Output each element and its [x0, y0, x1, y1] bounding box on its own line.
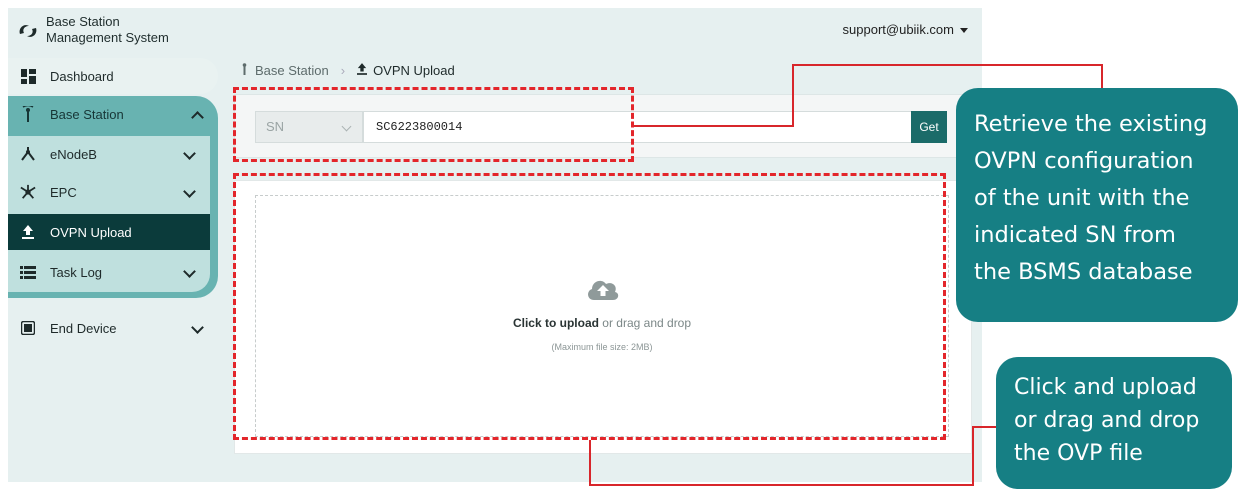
device-icon — [20, 320, 36, 336]
base-station-group: Base Station eNodeB EPC OVPN Upload Task… — [8, 96, 218, 298]
sidebar-item-epc[interactable]: EPC — [8, 174, 210, 210]
connector-line — [972, 426, 974, 486]
user-email: support@ubiik.com — [842, 22, 954, 37]
connector-line — [792, 64, 794, 127]
get-button[interactable]: Get — [911, 111, 947, 143]
callout-text: Retrieve the existing — [974, 111, 1208, 137]
network-icon — [20, 146, 36, 162]
callout-upload: Click and upload or drag and drop the OV… — [996, 357, 1232, 489]
user-menu[interactable]: support@ubiik.com — [843, 22, 968, 37]
callout-text: Click and upload — [1014, 375, 1197, 400]
callout-text: the OVP file — [1014, 441, 1143, 466]
connector-line — [972, 426, 998, 428]
sidebar-item-dashboard[interactable]: Dashboard — [8, 58, 218, 94]
sidebar-item-label: End Device — [50, 320, 117, 336]
connector-line — [634, 125, 794, 127]
sidebar-item-label: EPC — [50, 184, 77, 200]
breadcrumb-current: OVPN Upload — [373, 62, 455, 78]
sidebar-item-end-device[interactable]: End Device — [8, 310, 218, 346]
antenna-icon — [240, 62, 249, 78]
caret-down-icon — [960, 28, 968, 34]
sidebar-item-task-log[interactable]: Task Log — [8, 254, 210, 290]
chevron-down-icon — [183, 185, 196, 198]
app-title: Base Station Management System — [46, 14, 206, 46]
breadcrumb: Base Station › OVPN Upload — [240, 62, 455, 78]
breadcrumb-root[interactable]: Base Station — [255, 63, 329, 78]
list-icon — [20, 264, 36, 280]
base-station-submenu: eNodeB EPC OVPN Upload Task Log — [8, 136, 210, 292]
callout-text: or drag and drop — [1014, 408, 1200, 433]
sidebar-item-label: OVPN Upload — [50, 224, 132, 240]
breadcrumb-separator-icon: › — [340, 62, 346, 78]
callout-text: indicated SN from — [974, 222, 1176, 248]
chevron-down-icon — [183, 147, 196, 160]
app-title-line1: Base Station — [46, 14, 120, 29]
sidebar-item-base-station[interactable]: Base Station — [8, 96, 218, 132]
connector-line — [589, 484, 974, 486]
chevron-up-icon — [191, 111, 204, 124]
upload-icon — [20, 224, 36, 240]
sidebar: Dashboard Base Station eNodeB EPC OVPN U… — [8, 58, 218, 482]
sidebar-item-label: Task Log — [50, 264, 103, 280]
logo-icon — [19, 25, 37, 37]
connector-line — [589, 440, 591, 486]
connector-line — [792, 64, 1103, 66]
highlight-lookup — [233, 87, 634, 162]
top-bar: Base Station Management System support@u… — [8, 8, 982, 54]
upload-icon — [357, 62, 368, 78]
sidebar-item-enodeb[interactable]: eNodeB — [8, 136, 210, 172]
highlight-dropzone — [233, 173, 946, 440]
sidebar-item-label: Base Station — [50, 106, 124, 122]
connector-line — [1101, 64, 1103, 90]
chevron-down-icon — [183, 265, 196, 278]
sidebar-item-label: Dashboard — [50, 68, 114, 84]
app-title-line2: Management System — [46, 30, 169, 45]
dashboard-icon — [20, 68, 36, 84]
callout-retrieve: Retrieve the existing OVPN configuration… — [956, 88, 1238, 322]
hub-icon — [20, 184, 36, 200]
antenna-icon — [20, 106, 36, 122]
callout-text: of the unit with the — [974, 185, 1190, 211]
callout-text: OVPN configuration — [974, 148, 1194, 174]
sidebar-item-label: eNodeB — [50, 146, 97, 162]
chevron-down-icon — [191, 321, 204, 334]
callout-text: the BSMS database — [974, 259, 1193, 285]
sidebar-item-ovpn-upload[interactable]: OVPN Upload — [8, 214, 210, 250]
